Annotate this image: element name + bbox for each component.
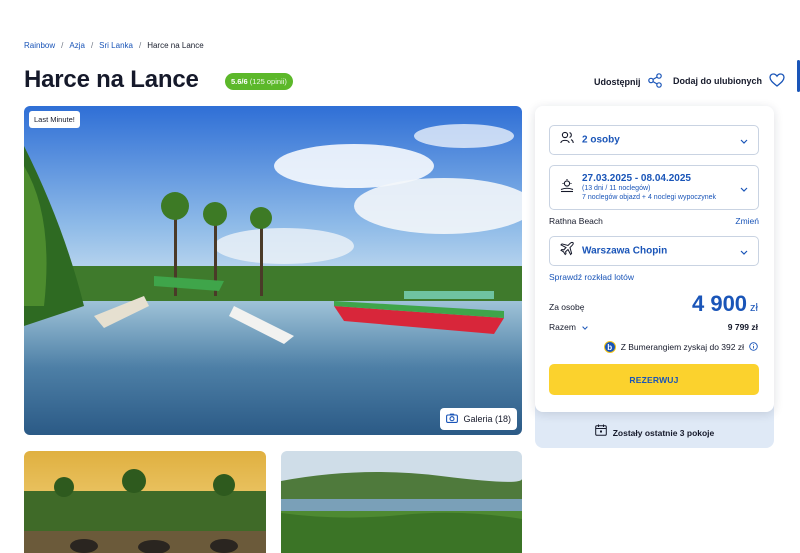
share-label: Udostępnij	[594, 76, 641, 87]
chevron-down-icon	[582, 322, 588, 332]
breadcrumb-rainbow[interactable]: Rainbow	[24, 41, 55, 50]
hotel-name: Rathna Beach	[549, 216, 603, 226]
bumerang-info: b Z Bumerangiem zyskaj do 392 zł	[603, 341, 758, 353]
gallery-thumbnail[interactable]	[281, 451, 522, 553]
change-hotel-link[interactable]: Zmień	[735, 216, 759, 226]
total-value: 9 799 zł	[727, 322, 758, 332]
breadcrumb: Rainbow / Azja / Sri Lanka / Harce na La…	[24, 41, 204, 50]
breadcrumb-separator: /	[61, 41, 64, 50]
rooms-left-text: Zostały ostatnie 3 pokoje	[612, 428, 715, 438]
gallery-button[interactable]: Galeria (18)	[440, 408, 517, 430]
chevron-down-icon	[740, 242, 748, 260]
persons-icon	[560, 131, 574, 149]
thumbnail-image	[281, 451, 522, 553]
bumerang-text: Z Bumerangiem zyskaj do 392 zł	[620, 342, 744, 352]
breadcrumb-separator: /	[90, 41, 94, 50]
gallery-label: Galeria (18)	[463, 414, 511, 424]
share-button[interactable]: Udostępnij	[594, 73, 662, 90]
airplane-icon	[560, 241, 574, 261]
calendar-icon	[594, 424, 607, 438]
chevron-down-icon	[740, 179, 748, 197]
camera-icon	[446, 413, 459, 425]
per-person-label: Za osobę	[549, 302, 585, 312]
persons-value: 2 osoby	[582, 134, 620, 146]
price-currency: zł	[750, 302, 758, 314]
reserve-button[interactable]: REZERWUJ	[549, 364, 759, 395]
main-photo-image	[24, 106, 522, 435]
gallery-thumbnail[interactable]	[24, 451, 266, 553]
total-toggle[interactable]: Razem	[549, 322, 588, 332]
breadcrumb-sri-lanka[interactable]: Sri Lanka	[99, 41, 133, 50]
booking-panel: 2 osoby 27.03.2025 - 08.04.2025 (13 dni …	[535, 106, 774, 412]
calendar-sun-icon	[560, 178, 574, 197]
total-label: Razem	[549, 322, 576, 332]
breadcrumb-asia[interactable]: Azja	[69, 41, 85, 50]
breadcrumb-separator: /	[138, 41, 142, 50]
flight-schedule-link[interactable]: Sprawdź rozkład lotów	[549, 272, 634, 282]
last-minute-badge: Last Minute!	[29, 111, 80, 128]
rating-count: (125 opinii)	[249, 77, 287, 86]
main-photo[interactable]: Last Minute! Galeria (18)	[24, 106, 522, 435]
departure-value: Warszawa Chopin	[582, 245, 668, 257]
page-title: Harce na Lance	[24, 66, 199, 93]
thumbnail-image	[24, 451, 266, 553]
dates-select[interactable]: 27.03.2025 - 08.04.2025 (13 dni / 11 noc…	[549, 165, 759, 210]
departure-select[interactable]: Warszawa Chopin	[549, 236, 759, 266]
rating-badge[interactable]: 5.6/6 (125 opinii)	[225, 73, 293, 90]
bumerang-logo-icon: b	[603, 341, 616, 353]
hotel-row: Rathna Beach Zmień	[549, 216, 759, 226]
share-icon	[647, 73, 662, 90]
info-icon[interactable]	[749, 341, 758, 353]
price-value: 4 900	[691, 291, 748, 316]
persons-select[interactable]: 2 osoby	[549, 125, 759, 155]
rating-score: 5.6/6	[231, 77, 248, 86]
favorite-button[interactable]: Dodaj do ulubionych	[673, 73, 785, 89]
breadcrumb-current: Harce na Lance	[147, 41, 204, 50]
dates-value: 27.03.2025 - 08.04.2025	[582, 173, 691, 184]
dates-nights: (13 dni / 11 noclegów)	[582, 185, 651, 192]
dates-detail: 7 noclegów objazd + 4 noclegi wypoczynek	[582, 194, 717, 201]
chevron-down-icon	[740, 131, 748, 149]
favorite-label: Dodaj do ulubionych	[673, 76, 762, 86]
heart-icon	[769, 73, 785, 89]
price-per-person: 4 900 zł	[692, 291, 758, 317]
